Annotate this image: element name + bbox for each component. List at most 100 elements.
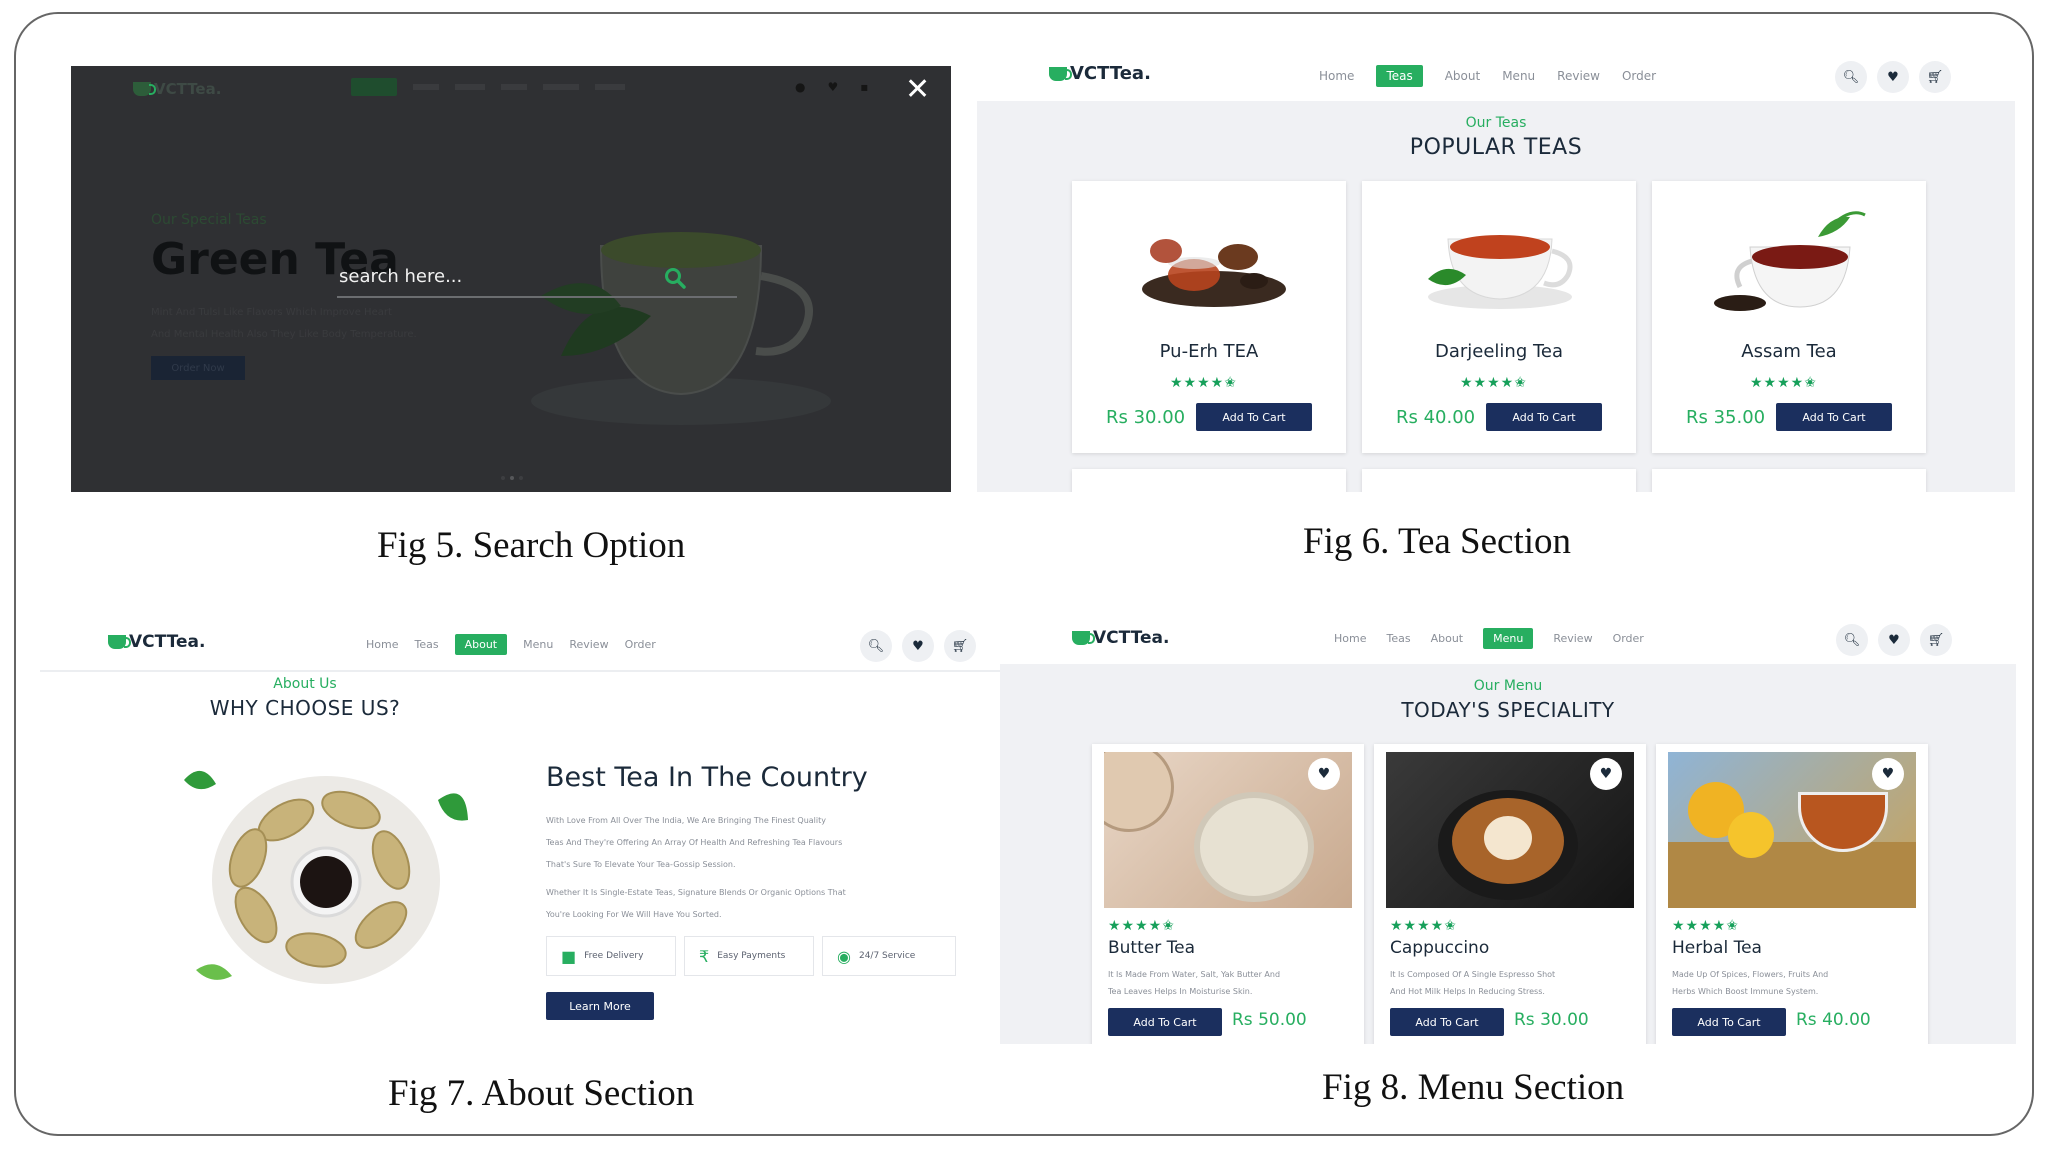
menu-item-price: Rs 50.00 bbox=[1232, 1010, 1307, 1030]
nav-links: Home Teas About Menu Review Order bbox=[366, 634, 656, 655]
nav-menu[interactable]: Menu bbox=[1502, 69, 1535, 83]
order-now-button[interactable]: Order Now bbox=[151, 356, 245, 380]
caption-fig8: Fig 8. Menu Section bbox=[1322, 1067, 1625, 1108]
caption-fig6: Fig 6. Tea Section bbox=[1303, 521, 1572, 562]
slider-dots bbox=[501, 476, 523, 480]
rating-stars: ★★★★✬ bbox=[1390, 918, 1457, 934]
nav-teas[interactable]: Teas bbox=[414, 638, 438, 651]
nav-order[interactable]: Order bbox=[1622, 69, 1656, 83]
nav-review[interactable]: Review bbox=[1557, 69, 1600, 83]
menu-card: ♥ ★★★★✬ Cappuccino It Is Composed Of A S… bbox=[1374, 744, 1646, 1044]
rating-stars: ★★★★✬ bbox=[1108, 918, 1175, 934]
menu-item-description: It Is Composed Of A Single Espresso Shot… bbox=[1390, 970, 1556, 996]
nav-order[interactable]: Order bbox=[625, 638, 656, 651]
pu-erh-tea-image bbox=[1142, 239, 1286, 307]
menu-item-name: Cappuccino bbox=[1390, 938, 1490, 958]
logo: VCTTea. bbox=[133, 80, 221, 98]
tea-cup-icon bbox=[108, 635, 131, 649]
feature-easy-payments: ₹ Easy Payments bbox=[684, 936, 814, 976]
menu-item-name: Butter Tea bbox=[1108, 938, 1195, 958]
close-button[interactable]: ✕ bbox=[905, 72, 930, 107]
tea-name: Darjeeling Tea bbox=[1434, 341, 1564, 362]
rating-stars: ★★★★✬ bbox=[1672, 918, 1739, 934]
nav-review[interactable]: Review bbox=[569, 638, 608, 651]
nav-review[interactable]: Review bbox=[1553, 632, 1592, 645]
search-screenshot: VCTTea. ● ♥ ▪ ✕ Our Special Teas Green T… bbox=[71, 66, 951, 492]
add-to-cart-button[interactable]: Add To Cart bbox=[1196, 403, 1312, 431]
nav-menu[interactable]: Menu bbox=[523, 638, 553, 651]
nav-teas[interactable]: Teas bbox=[1386, 632, 1410, 645]
wishlist-heart-icon[interactable]: ♥ bbox=[1872, 758, 1904, 790]
about-paragraph-2: Whether It Is Single-Estate Teas, Signat… bbox=[546, 888, 846, 919]
menu-item-price: Rs 30.00 bbox=[1514, 1010, 1589, 1030]
heart-icon[interactable]: ♥ bbox=[1877, 61, 1909, 93]
cart-icon[interactable]: 🛒︎ bbox=[944, 630, 976, 662]
tea-name: Assam Tea bbox=[1741, 341, 1837, 362]
rupee-icon: ₹ bbox=[699, 946, 710, 966]
tea-price: Rs 40.00 bbox=[1396, 407, 1476, 428]
nav-divider bbox=[40, 670, 1000, 672]
heart-icon[interactable]: ♥ bbox=[1878, 624, 1910, 656]
caption-fig5: Fig 5. Search Option bbox=[377, 525, 686, 566]
tea-card-peek bbox=[1072, 469, 1346, 492]
tea-cup-icon bbox=[1049, 66, 1072, 81]
search-icon[interactable]: 🔍︎ bbox=[1835, 61, 1867, 93]
darjeeling-tea-image bbox=[1428, 235, 1573, 309]
dimmed-icons: ● ♥ ▪ bbox=[795, 80, 868, 94]
menu-item-description: It Is Made From Water, Salt, Yak Butter … bbox=[1108, 970, 1281, 996]
tea-cup-icon bbox=[133, 82, 156, 96]
green-tea-image bbox=[531, 232, 831, 425]
menu-item-price: Rs 40.00 bbox=[1796, 1010, 1871, 1030]
section-subtitle: Our Teas bbox=[1465, 115, 1527, 131]
menu-section-screenshot: VCTTea. Home Teas About Menu Review Orde… bbox=[1000, 620, 2016, 1044]
learn-more-button[interactable]: Learn More bbox=[546, 992, 654, 1020]
nav-teas[interactable]: Teas bbox=[1376, 65, 1423, 87]
search-icon[interactable]: 🔍︎ bbox=[1836, 624, 1868, 656]
menu-card: ♥ ★★★★✬ Butter Tea It Is Made From Water… bbox=[1092, 744, 1364, 1044]
wishlist-heart-icon[interactable]: ♥ bbox=[1590, 758, 1622, 790]
nav-icons: 🔍︎ ♥ 🛒︎ bbox=[860, 630, 976, 662]
nav-about[interactable]: About bbox=[1431, 632, 1464, 645]
cart-icon[interactable]: 🛒︎ bbox=[1920, 624, 1952, 656]
section-subtitle: Our Menu bbox=[1473, 678, 1543, 694]
nav-menu[interactable]: Menu bbox=[1483, 628, 1534, 649]
dimmed-nav bbox=[351, 78, 625, 96]
cart-icon[interactable]: 🛒︎ bbox=[1919, 61, 1951, 93]
rating-stars: ★★★★✬ bbox=[1170, 375, 1237, 391]
nav-home[interactable]: Home bbox=[1319, 69, 1354, 83]
logo: VCTTea. bbox=[108, 632, 205, 652]
add-to-cart-button[interactable]: Add To Cart bbox=[1108, 1008, 1222, 1036]
caption-fig7: Fig 7. About Section bbox=[388, 1073, 695, 1114]
menu-card: ♥ ★★★★✬ Herbal Tea Made Up Of Spices, Fl… bbox=[1656, 744, 1928, 1044]
menu-item-description: Made Up Of Spices, Flowers, Fruits And H… bbox=[1672, 970, 1829, 996]
about-paragraph-1: With Love From All Over The India, We Ar… bbox=[546, 816, 843, 869]
hero-text: Mint And Tulsi Like Flavors Which Improv… bbox=[151, 307, 417, 340]
add-to-cart-button[interactable]: Add To Cart bbox=[1776, 403, 1892, 431]
about-section-screenshot: VCTTea. Home Teas About Menu Review Orde… bbox=[40, 620, 1000, 1060]
search-icon[interactable]: 🔍︎ bbox=[860, 630, 892, 662]
wishlist-heart-icon[interactable]: ♥ bbox=[1308, 758, 1340, 790]
tea-section-screenshot: VCTTea. Home Teas About Menu Review Orde… bbox=[977, 55, 2015, 492]
nav-item-active bbox=[351, 78, 397, 96]
nav-about[interactable]: About bbox=[1445, 69, 1480, 83]
nav-about[interactable]: About bbox=[454, 634, 508, 655]
nav-order[interactable]: Order bbox=[1613, 632, 1644, 645]
add-to-cart-button[interactable]: Add To Cart bbox=[1390, 1008, 1504, 1036]
feature-free-delivery: ■ Free Delivery bbox=[546, 936, 676, 976]
nav-home[interactable]: Home bbox=[366, 638, 398, 651]
tea-price: Rs 30.00 bbox=[1106, 407, 1186, 428]
headset-icon: ◉ bbox=[837, 946, 851, 966]
section-title: POPULAR TEAS bbox=[1409, 135, 1583, 160]
tea-price: Rs 35.00 bbox=[1686, 407, 1766, 428]
nav-home[interactable]: Home bbox=[1334, 632, 1366, 645]
search-icon: ● bbox=[795, 80, 806, 94]
add-to-cart-button[interactable]: Add To Cart bbox=[1672, 1008, 1786, 1036]
nav-icons: 🔍︎ ♥ 🛒︎ bbox=[1835, 61, 1951, 93]
menu-item-name: Herbal Tea bbox=[1672, 938, 1762, 958]
tea-name: Pu-Erh TEA bbox=[1159, 341, 1259, 362]
search-icon[interactable] bbox=[664, 267, 686, 289]
rating-stars: ★★★★✬ bbox=[1460, 375, 1527, 391]
heart-icon[interactable]: ♥ bbox=[902, 630, 934, 662]
section-subtitle: About Us bbox=[273, 676, 337, 692]
add-to-cart-button[interactable]: Add To Cart bbox=[1486, 403, 1602, 431]
